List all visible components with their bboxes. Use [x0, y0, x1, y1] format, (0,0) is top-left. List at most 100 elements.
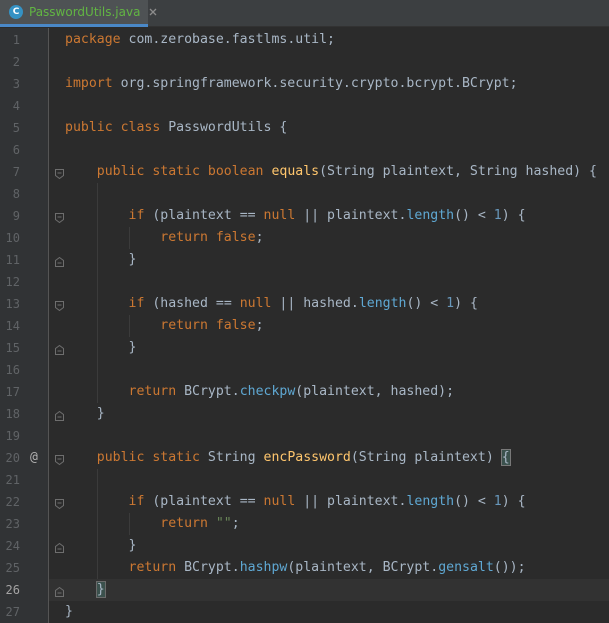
code-token: 1: [493, 208, 502, 223]
code-text: return BCrypt.checkpw(plaintext, hashed)…: [65, 381, 455, 403]
line-number: 26: [5, 583, 20, 597]
fold-start-icon[interactable]: [54, 210, 65, 224]
fold-end-icon[interactable]: [54, 342, 65, 355]
line-number: 7: [12, 165, 20, 179]
code-line[interactable]: 1 package com.zerobase.fastlms.util;: [0, 29, 609, 51]
code-line[interactable]: 18 }: [0, 403, 609, 425]
line-number: 23: [5, 517, 20, 531]
code-line[interactable]: 3 import org.springframework.security.cry…: [0, 73, 609, 95]
code-line[interactable]: 2: [0, 51, 609, 73]
code-line[interactable]: 6: [0, 139, 609, 161]
code-text: import org.springframework.security.cryp…: [65, 73, 518, 95]
code-token: null: [263, 208, 304, 223]
code-token: org.springframework.security.crypto.bcry…: [120, 76, 518, 91]
code-token: length: [406, 494, 455, 509]
line-number: 2: [12, 55, 20, 69]
code-token: (String plaintext, String hashed) {: [319, 164, 597, 179]
code-text: }: [65, 535, 137, 557]
code-token: if: [128, 296, 153, 311]
code-line[interactable]: 9 if (plaintext == null || plaintext.len…: [0, 205, 609, 227]
code-token: ;: [231, 516, 240, 531]
code-line[interactable]: 7 public static boolean equals(String pl…: [0, 161, 609, 183]
code-line[interactable]: 10 return false;: [0, 227, 609, 249]
code-token: return false: [160, 230, 256, 245]
line-number: 9: [12, 209, 20, 223]
code-text: if (plaintext == null || plaintext.lengt…: [65, 205, 526, 227]
code-line[interactable]: 20 @ public static String encPassword(Str…: [0, 447, 609, 469]
fold-start-icon[interactable]: [54, 496, 65, 510]
code-line[interactable]: 22 if (plaintext == null || plaintext.le…: [0, 491, 609, 513]
code-line[interactable]: 23 return "";: [0, 513, 609, 535]
code-line[interactable]: 14 return false;: [0, 315, 609, 337]
code-editor[interactable]: 1 package com.zerobase.fastlms.util; 2 3 imp…: [0, 28, 609, 623]
close-icon[interactable]: [149, 7, 157, 17]
code-token: (String plaintext): [350, 450, 502, 465]
code-line[interactable]: 17 return BCrypt.checkpw(plaintext, hash…: [0, 381, 609, 403]
fold-start-icon[interactable]: [54, 298, 65, 312]
code-token: null: [263, 494, 304, 509]
fold-start-icon[interactable]: [54, 452, 65, 466]
code-line[interactable]: 15 }: [0, 337, 609, 359]
line-number: 5: [12, 121, 20, 135]
fold-end-icon[interactable]: [54, 254, 65, 267]
fold-end-icon[interactable]: [54, 540, 65, 553]
tab-passwordutils-java[interactable]: C PasswordUtils.java: [0, 0, 157, 27]
code-token: String: [207, 450, 264, 465]
code-token: ) {: [501, 208, 526, 223]
override-marker-icon[interactable]: @: [30, 447, 38, 469]
code-line[interactable]: 26 }: [0, 579, 609, 601]
code-token: if: [128, 208, 153, 223]
code-text: return false;: [65, 315, 264, 337]
code-token: ) {: [501, 494, 526, 509]
code-text: }: [65, 601, 73, 623]
code-token: BCrypt.: [184, 384, 240, 399]
line-number: 3: [12, 77, 20, 91]
code-text: public static String encPassword(String …: [65, 447, 511, 469]
code-text: package com.zerobase.fastlms.util;: [65, 29, 335, 51]
code-token: (plaintext, hashed);: [295, 384, 455, 399]
editor-tab-bar: C PasswordUtils.java: [0, 0, 609, 27]
fold-end-icon[interactable]: [54, 408, 65, 421]
code-line[interactable]: 13 if (hashed == null || hashed.length()…: [0, 293, 609, 315]
code-token: () <: [406, 296, 447, 311]
code-token: }: [128, 252, 137, 267]
ide-window: C PasswordUtils.java 1 package com.zeroba…: [0, 0, 609, 623]
line-number: 25: [5, 561, 20, 575]
code-line[interactable]: 12: [0, 271, 609, 293]
code-text: if (hashed == null || hashed.length() < …: [65, 293, 478, 315]
line-number: 15: [5, 341, 20, 355]
code-line[interactable]: 5 public class PasswordUtils {: [0, 117, 609, 139]
code-text: if (plaintext == null || plaintext.lengt…: [65, 491, 526, 513]
line-number: 13: [5, 297, 20, 311]
code-line[interactable]: 24 }: [0, 535, 609, 557]
code-line[interactable]: 11 }: [0, 249, 609, 271]
code-token: ;: [255, 318, 264, 333]
code-token: BCrypt.: [184, 560, 240, 575]
fold-end-icon[interactable]: [54, 584, 65, 597]
code-line[interactable]: 25 return BCrypt.hashpw(plaintext, BCryp…: [0, 557, 609, 579]
line-number: 21: [5, 473, 20, 487]
code-token: () <: [454, 494, 494, 509]
code-line[interactable]: 16: [0, 359, 609, 381]
code-token: ());: [493, 560, 526, 575]
line-number: 19: [5, 429, 20, 443]
code-token: length: [358, 296, 407, 311]
code-line[interactable]: 27}: [0, 601, 609, 623]
code-line[interactable]: 21: [0, 469, 609, 491]
code-token: || plaintext.: [303, 494, 407, 509]
code-token: ) {: [454, 296, 478, 311]
code-line[interactable]: 8: [0, 183, 609, 205]
fold-start-icon[interactable]: [54, 166, 65, 180]
line-number: 8: [12, 187, 20, 201]
code-line[interactable]: 19: [0, 425, 609, 447]
code-line[interactable]: 4: [0, 95, 609, 117]
code-token: com.zerobase.fastlms.util;: [128, 32, 335, 47]
